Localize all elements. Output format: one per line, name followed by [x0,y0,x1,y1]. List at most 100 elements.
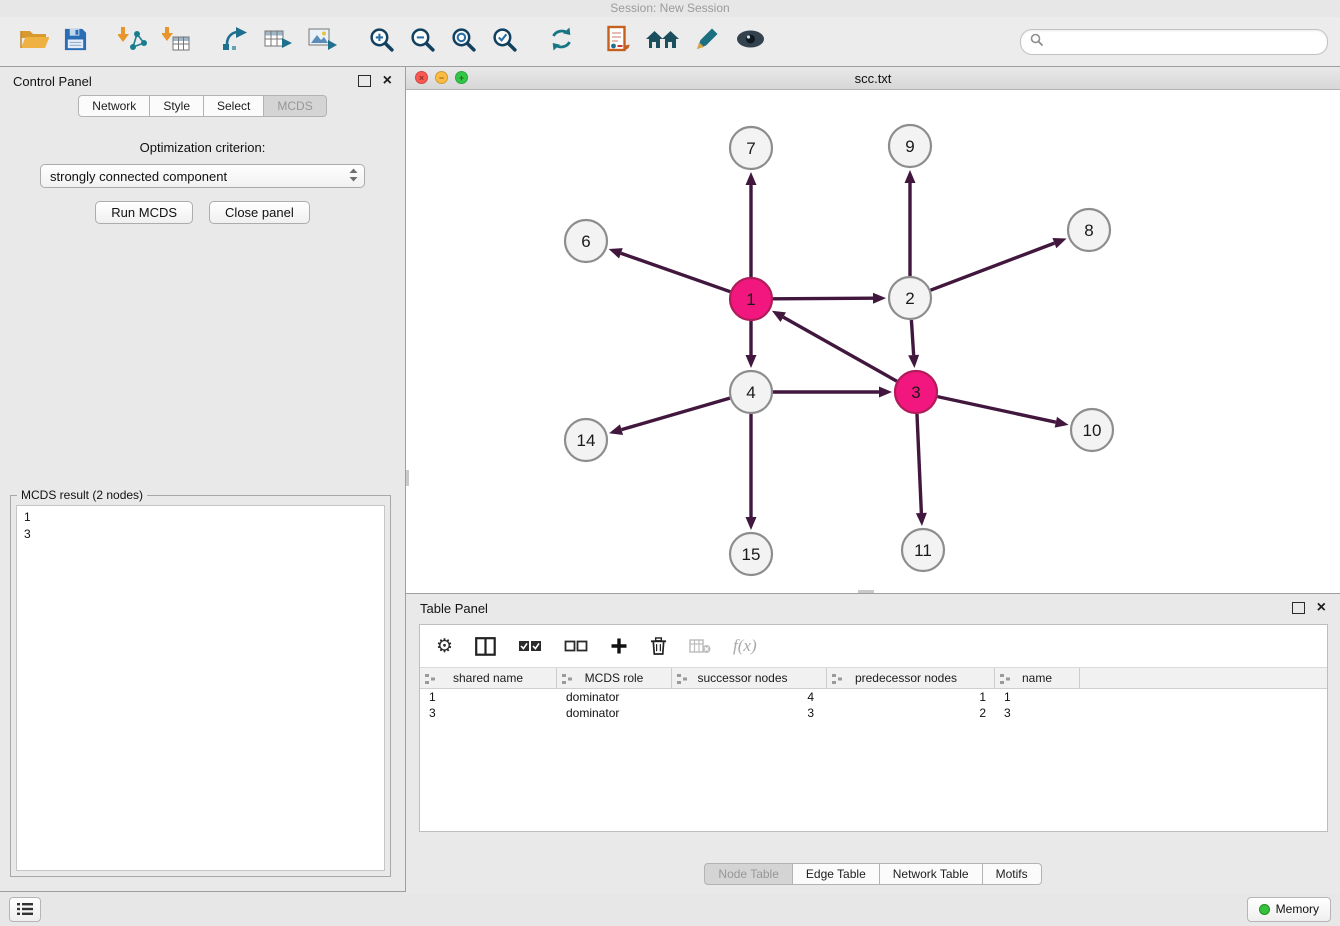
search-input[interactable] [1049,34,1318,50]
delete-table-icon [689,638,711,654]
graph-edge-3-10[interactable] [938,397,1056,423]
refresh-button[interactable] [541,22,582,62]
zoom-selected-icon [491,26,518,58]
eye-button[interactable] [728,22,773,62]
application-window: Session: New Session [0,0,1340,926]
column-header-predecessor-nodes[interactable]: predecessor nodes [827,668,995,688]
table-cell[interactable]: 3 [995,706,1080,720]
export-document-button[interactable] [598,22,638,62]
graph-edge-3-11[interactable] [917,414,921,513]
control-panel-title: Control Panel [13,74,92,89]
table-settings-button[interactable]: ⚙ [436,637,453,656]
list-icon [17,903,33,915]
close-panel-button[interactable]: Close panel [209,201,310,224]
search-field[interactable] [1020,29,1328,55]
column-header-mcds-role[interactable]: MCDS role [557,668,672,688]
column-header-successor-nodes[interactable]: successor nodes [672,668,827,688]
traffic-lights: × − + [415,71,468,84]
zoom-out-button[interactable] [402,22,443,62]
float-window-icon[interactable] [358,75,371,87]
table-cell[interactable]: dominator [557,706,672,720]
table-cell[interactable]: 1 [827,690,995,704]
sort-icon [832,673,842,687]
main-area: Control Panel × NetworkStyleSelectMCDS O… [0,67,1340,891]
window-zoom-icon[interactable]: + [455,71,468,84]
graph-edge-4-14[interactable] [622,398,730,430]
network-view-title: scc.txt [406,71,1340,86]
tab-network-table[interactable]: Network Table [880,863,983,885]
tab-network[interactable]: Network [78,95,150,117]
import-table-button[interactable] [155,22,198,62]
vertical-scrollbar-fragment[interactable] [406,470,409,486]
network-view-window: × − + scc.txt 7968124314101511 [406,67,1340,593]
import-network-button[interactable] [111,22,155,62]
table-cell[interactable]: 2 [827,706,995,720]
table-cell[interactable]: 1 [420,690,557,704]
zoom-in-button[interactable] [361,22,402,62]
graph-edge-3-1[interactable] [783,317,897,381]
unselect-all-columns-button[interactable] [564,640,588,653]
delete-column-button[interactable] [650,636,667,656]
refresh-icon [548,26,575,57]
table-row[interactable]: 3dominator323 [420,705,1327,721]
home-button[interactable] [638,22,687,62]
graph-edge-2-8[interactable] [931,243,1055,290]
export-table-button[interactable] [256,22,300,62]
graph-node-label: 11 [914,541,932,560]
mcds-result-item[interactable]: 1 [24,509,377,526]
network-canvas[interactable]: 7968124314101511 [406,90,1340,593]
close-icon[interactable]: × [383,75,392,87]
zoom-fit-button[interactable] [443,22,484,62]
float-window-icon[interactable] [1292,602,1305,614]
tab-select[interactable]: Select [204,95,264,117]
window-titlebar: Session: New Session [0,0,1340,17]
function-builder-button[interactable]: f(x) [733,636,757,656]
mcds-result-list[interactable]: 13 [16,505,385,871]
graph-edge-arrowhead [1055,417,1069,428]
status-bar: Memory [0,891,1340,926]
paint-button[interactable] [687,22,728,62]
network-canvas-svg[interactable]: 7968124314101511 [406,90,1340,593]
open-session-button[interactable] [12,22,56,62]
window-minimize-icon[interactable]: − [435,71,448,84]
show-columns-button[interactable] [475,637,496,656]
close-icon[interactable]: × [1317,602,1326,614]
window-close-icon[interactable]: × [415,71,428,84]
criterion-dropdown[interactable]: strongly connected component [40,164,365,188]
table-panel-title: Table Panel [420,601,488,616]
table-cell[interactable]: 4 [672,690,827,704]
table-row[interactable]: 1dominator411 [420,689,1327,705]
create-column-button[interactable] [610,637,628,655]
select-all-columns-button[interactable] [518,640,542,653]
mcds-result-title: MCDS result (2 nodes) [17,488,147,502]
graph-node-label: 2 [905,289,914,308]
tab-mcds[interactable]: MCDS [264,95,326,117]
tab-node-table[interactable]: Node Table [704,863,793,885]
graph-edge-arrowhead [905,170,916,183]
run-mcds-button[interactable]: Run MCDS [95,201,193,224]
tab-edge-table[interactable]: Edge Table [793,863,880,885]
graph-edge-1-6[interactable] [621,253,730,291]
network-view-titlebar[interactable]: × − + scc.txt [406,67,1340,90]
graph-node-label: 1 [746,290,755,309]
column-header-shared-name[interactable]: shared name [420,668,557,688]
zoom-fit-icon [450,26,477,58]
table-cell[interactable]: 3 [420,706,557,720]
zoom-selected-button[interactable] [484,22,525,62]
graph-edge-1-2[interactable] [773,298,873,299]
delete-table-button[interactable] [689,638,711,654]
tab-style[interactable]: Style [150,95,204,117]
graph-node-label: 4 [746,383,755,402]
column-header-name[interactable]: name [995,668,1080,688]
graph-edge-2-3[interactable] [911,320,913,355]
tab-motifs[interactable]: Motifs [983,863,1042,885]
mcds-result-item[interactable]: 3 [24,526,377,543]
table-cell[interactable]: dominator [557,690,672,704]
table-cell[interactable]: 1 [995,690,1080,704]
export-image-button[interactable] [300,22,345,62]
memory-button[interactable]: Memory [1247,897,1331,922]
task-history-button[interactable] [9,897,41,922]
save-session-button[interactable] [56,22,95,62]
table-cell[interactable]: 3 [672,706,827,720]
export-network-button[interactable] [214,22,256,62]
